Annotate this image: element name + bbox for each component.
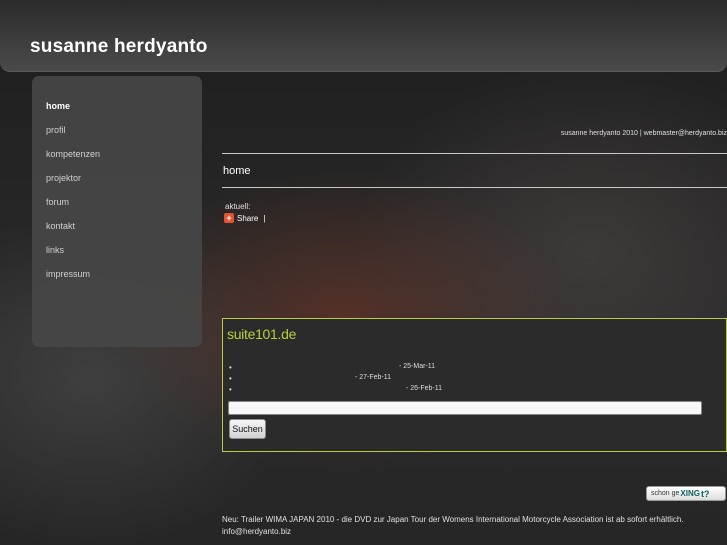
bullet: • (229, 374, 232, 383)
share-link[interactable]: Share (237, 214, 258, 223)
sidebar: home profil kompetenzen projektor forum … (32, 76, 202, 347)
nav-item-kompetenzen[interactable]: kompetenzen (46, 149, 100, 173)
article-date: - 26-Feb-11 (406, 385, 443, 392)
xing-badge[interactable]: schon ge XING t? (646, 486, 726, 501)
site-title[interactable]: susanne herdyanto (30, 36, 208, 58)
nav-item-kontakt[interactable]: kontakt (46, 221, 100, 245)
main-navigation: home profil kompetenzen projektor forum … (46, 101, 100, 293)
aktuell-label: aktuell: (225, 202, 251, 211)
footer: Neu: Trailer WIMA JAPAN 2010 - die DVD z… (222, 514, 684, 538)
nav-item-links[interactable]: links (46, 245, 100, 269)
suite101-article-list: • - 25-Mar-11 • - 27-Feb-11 • - 26-Feb-1… (229, 363, 719, 396)
nav-item-home[interactable]: home (46, 101, 100, 125)
footer-email[interactable]: info@herdyanto.biz (222, 526, 684, 538)
suite101-logo[interactable]: suite101.de (227, 326, 296, 342)
divider-top (222, 153, 727, 154)
divider-bottom (222, 187, 727, 188)
footer-news[interactable]: Neu: Trailer WIMA JAPAN 2010 - die DVD z… (222, 514, 684, 526)
xing-badge-suffix: t? (700, 488, 710, 499)
plus-icon[interactable]: + (224, 213, 234, 223)
suite101-widget: suite101.de • - 25-Mar-11 • - 27-Feb-11 … (222, 318, 727, 452)
list-item[interactable]: • - 25-Mar-11 (229, 363, 719, 374)
xing-badge-prefix: schon ge (651, 490, 680, 497)
bullet: • (229, 385, 232, 394)
page-title: home (223, 165, 251, 177)
list-item[interactable]: • - 26-Feb-11 (229, 385, 719, 396)
article-date: - 27-Feb-11 (355, 374, 392, 381)
share-separator: | (263, 213, 266, 223)
nav-item-projektor[interactable]: projektor (46, 173, 100, 197)
nav-item-forum[interactable]: forum (46, 197, 100, 221)
bullet: • (229, 363, 232, 372)
xing-logo: XING (680, 489, 700, 498)
article-date: - 25-Mar-11 (399, 363, 436, 370)
site-credit[interactable]: susanne herdyanto 2010 | webmaster@herdy… (561, 130, 727, 137)
nav-item-profil[interactable]: profil (46, 125, 100, 149)
search-button[interactable]: Suchen (229, 419, 266, 439)
nav-item-impressum[interactable]: impressum (46, 269, 100, 293)
list-item[interactable]: • - 27-Feb-11 (229, 374, 719, 385)
site-header: susanne herdyanto (0, 0, 727, 72)
share-widget[interactable]: + Share | (224, 213, 265, 223)
search-input[interactable] (228, 401, 702, 415)
